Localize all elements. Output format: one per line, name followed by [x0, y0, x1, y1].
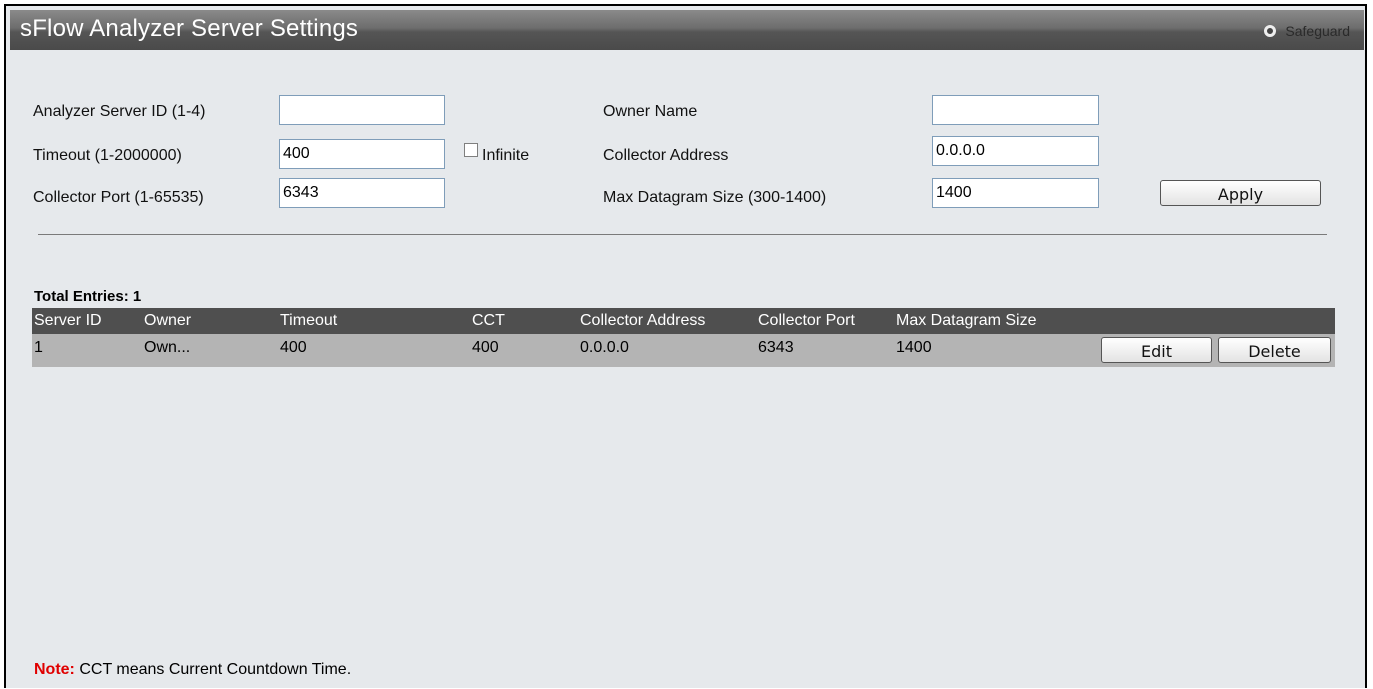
- form-divider: [38, 234, 1327, 235]
- analyzer-server-id-input[interactable]: [279, 95, 445, 125]
- cell-server-id: 1: [34, 339, 43, 356]
- collector-port-label: Collector Port (1-65535): [33, 189, 204, 206]
- delete-button[interactable]: Delete: [1218, 337, 1331, 363]
- cell-timeout: 400: [280, 339, 307, 356]
- max-datagram-size-input[interactable]: 1400: [932, 178, 1099, 208]
- safeguard-label: Safeguard: [1285, 23, 1350, 39]
- column-header-timeout: Timeout: [280, 312, 338, 329]
- title-bar: sFlow Analyzer Server Settings Safeguard: [10, 10, 1364, 50]
- owner-name-label: Owner Name: [603, 103, 698, 120]
- column-header-cct: CCT: [472, 312, 505, 329]
- collector-address-input[interactable]: 0.0.0.0: [932, 136, 1099, 166]
- timeout-label: Timeout (1-2000000): [33, 147, 182, 164]
- collector-address-label: Collector Address: [603, 147, 729, 164]
- column-header-server-id: Server ID: [34, 312, 102, 329]
- total-entries: Total Entries: 1: [34, 288, 142, 305]
- table-header: Server ID Owner Timeout CCT Collector Ad…: [32, 308, 1335, 334]
- infinite-label: Infinite: [482, 147, 530, 164]
- cell-collector-port: 6343: [758, 339, 794, 356]
- column-header-owner: Owner: [144, 312, 192, 329]
- page-title: sFlow Analyzer Server Settings: [20, 15, 359, 42]
- safeguard-indicator[interactable]: Safeguard: [1264, 23, 1350, 39]
- note-text: CCT means Current Countdown Time.: [74, 661, 352, 678]
- cell-owner: Own...: [144, 339, 191, 356]
- cell-max-datagram-size: 1400: [896, 339, 932, 356]
- column-header-collector-port: Collector Port: [758, 312, 855, 329]
- cell-collector-address: 0.0.0.0: [580, 339, 629, 356]
- analyzer-server-id-label: Analyzer Server ID (1-4): [33, 103, 206, 120]
- max-datagram-size-label: Max Datagram Size (300-1400): [603, 189, 827, 206]
- edit-button[interactable]: Edit: [1101, 337, 1212, 363]
- timeout-input[interactable]: 400: [279, 139, 445, 169]
- apply-button[interactable]: Apply: [1160, 180, 1321, 206]
- column-header-collector-address: Collector Address: [580, 312, 706, 329]
- infinite-checkbox[interactable]: [464, 143, 478, 157]
- column-header-max-datagram-size: Max Datagram Size: [896, 312, 1037, 329]
- table-row: 1 Own... 400 400 0.0.0.0 6343 1400 Edit …: [32, 334, 1335, 367]
- safeguard-status-icon: [1264, 25, 1277, 37]
- cell-cct: 400: [472, 339, 499, 356]
- note-label: Note:: [34, 661, 75, 678]
- owner-name-input[interactable]: [932, 95, 1099, 125]
- page-frame: sFlow Analyzer Server Settings Safeguard…: [4, 4, 1367, 688]
- note: Note: CCT means Current Countdown Time.: [34, 661, 351, 679]
- collector-port-input[interactable]: 6343: [279, 178, 445, 208]
